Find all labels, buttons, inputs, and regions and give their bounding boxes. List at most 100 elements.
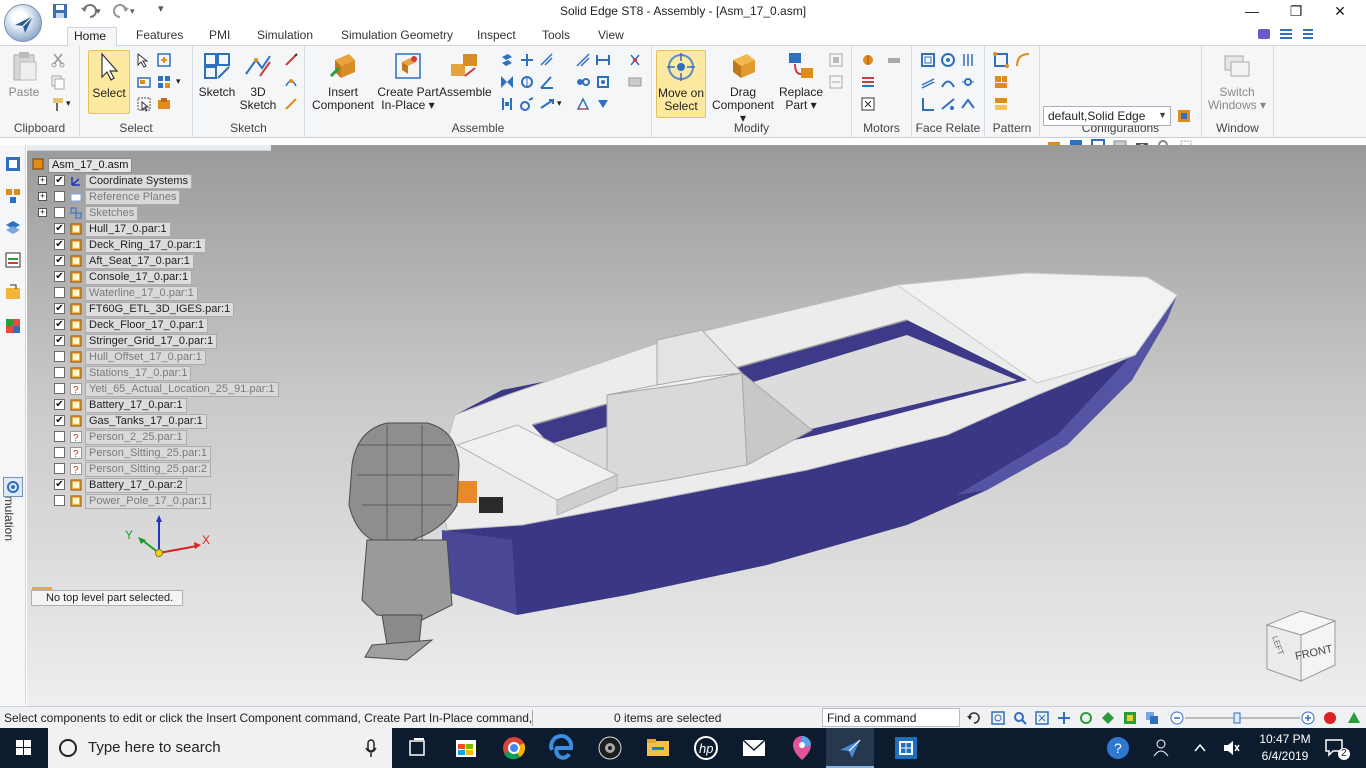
volume-muted-icon[interactable]: [1222, 739, 1240, 760]
parallel-face-icon[interactable]: [920, 74, 936, 90]
tab-simulation[interactable]: Simulation: [251, 27, 319, 46]
disperse-icon[interactable]: [627, 52, 643, 68]
tab-pmi[interactable]: PMI: [203, 27, 236, 46]
visibility-checkbox[interactable]: [54, 287, 65, 298]
mirror-icon[interactable]: [993, 96, 1009, 112]
create-part-in-place-button[interactable]: Create Part In-Place ▾: [377, 50, 439, 112]
maps-icon[interactable]: [778, 728, 826, 768]
angle-icon[interactable]: [539, 74, 555, 90]
pan-icon[interactable]: [1056, 710, 1072, 726]
drag-component-button[interactable]: Drag Component ▾: [708, 50, 778, 125]
duplicate-icon[interactable]: [993, 74, 1009, 90]
chrome-icon[interactable]: [490, 728, 538, 768]
quickpick-icon[interactable]: [136, 96, 152, 112]
visibility-checkbox[interactable]: ✔: [54, 319, 65, 330]
fit-icon[interactable]: [1034, 710, 1050, 726]
insert-component-button[interactable]: Insert Component: [311, 50, 375, 112]
mate-icon[interactable]: [499, 52, 515, 68]
parts-library-icon[interactable]: [4, 187, 22, 205]
boat-assembly-model[interactable]: [27, 145, 1366, 706]
cam-icon[interactable]: [539, 96, 555, 112]
store-icon[interactable]: [442, 728, 490, 768]
visibility-checkbox[interactable]: ✔: [54, 399, 65, 410]
configuration-manager-icon[interactable]: [1176, 108, 1192, 124]
zoom-icon[interactable]: [1012, 710, 1028, 726]
pen-icon[interactable]: [283, 52, 299, 68]
expand-toggle[interactable]: +: [38, 208, 47, 217]
record-icon[interactable]: [1322, 710, 1338, 726]
show-relationships-icon[interactable]: [575, 74, 591, 90]
visibility-checkbox[interactable]: [54, 431, 65, 442]
visibility-checkbox[interactable]: ✔: [54, 223, 65, 234]
microphone-icon[interactable]: [364, 738, 378, 762]
query-icon[interactable]: [156, 52, 172, 68]
media-player-icon[interactable]: [586, 728, 634, 768]
solid-edge-taskbar-icon[interactable]: [826, 728, 874, 768]
insert-icon[interactable]: [499, 74, 515, 90]
look-at-face-icon[interactable]: [1100, 710, 1116, 726]
sensors-icon[interactable]: [4, 251, 22, 269]
options-icon[interactable]: [1278, 27, 1294, 41]
tab-features[interactable]: Features: [130, 27, 189, 46]
edge-icon[interactable]: [538, 728, 586, 768]
selection-filter-icon[interactable]: [156, 96, 172, 112]
draw-line-icon[interactable]: [283, 96, 299, 112]
select-dropdown-icon[interactable]: ▾: [176, 76, 192, 92]
file-explorer-icon[interactable]: [634, 728, 682, 768]
rigid-face-icon[interactable]: [960, 96, 976, 112]
visibility-checkbox[interactable]: [54, 495, 65, 506]
replace-part-button[interactable]: Replace Part ▾: [778, 50, 824, 112]
visibility-checkbox[interactable]: ✔: [54, 415, 65, 426]
rigid-set-icon[interactable]: [595, 52, 611, 68]
perpendicular-icon[interactable]: [920, 96, 936, 112]
visibility-checkbox[interactable]: ✔: [54, 335, 65, 346]
help-topics-icon[interactable]: [1256, 27, 1272, 41]
planar-align-icon[interactable]: [519, 52, 535, 68]
relationships-dropdown-icon[interactable]: ▾: [557, 98, 573, 114]
zoom-area-icon[interactable]: [990, 710, 1006, 726]
axial-align-icon[interactable]: [539, 52, 555, 68]
select-tools-icon[interactable]: [136, 52, 152, 68]
maximize-button[interactable]: ❐: [1276, 3, 1316, 23]
sketch-relate-icon[interactable]: [283, 74, 299, 90]
simulate-motor-icon[interactable]: [860, 74, 876, 90]
tab-tools[interactable]: Tools: [536, 27, 576, 46]
parallel-icon[interactable]: [499, 96, 515, 112]
visibility-checkbox[interactable]: [54, 463, 65, 474]
expand-toggle[interactable]: +: [38, 192, 47, 201]
reposition-icon[interactable]: [828, 52, 844, 68]
application-button[interactable]: [4, 4, 42, 42]
layers-icon[interactable]: [4, 219, 22, 237]
group-select-icon[interactable]: [156, 74, 172, 90]
switch-windows-button[interactable]: Switch Windows ▾: [1204, 50, 1270, 112]
solid-edge-assembly-icon[interactable]: [882, 728, 930, 768]
flip-icon[interactable]: [595, 96, 611, 112]
assemble-button[interactable]: Assemble: [439, 50, 492, 99]
tab-view[interactable]: View: [592, 27, 630, 46]
visibility-checkbox[interactable]: [54, 367, 65, 378]
spin-about-icon[interactable]: [1078, 710, 1094, 726]
rotate-view-icon[interactable]: [966, 710, 982, 726]
close-button[interactable]: ✕: [1320, 3, 1360, 23]
pattern-along-curve-icon[interactable]: [1015, 52, 1031, 68]
visibility-checkbox[interactable]: [54, 207, 65, 218]
rotational-motor-icon[interactable]: [860, 52, 876, 68]
tangent-face-icon[interactable]: [940, 74, 956, 90]
select-tools-tab-icon[interactable]: [4, 283, 22, 301]
visibility-checkbox[interactable]: ✔: [54, 271, 65, 282]
view-styles-icon[interactable]: [1144, 710, 1160, 726]
linear-motor-icon[interactable]: [886, 52, 902, 68]
connect-icon[interactable]: [519, 74, 535, 90]
pattern-icon[interactable]: [993, 52, 1009, 68]
tangent-icon[interactable]: [519, 96, 535, 112]
coplanar-icon[interactable]: [920, 52, 936, 68]
visibility-checkbox[interactable]: ✔: [54, 303, 65, 314]
graphics-viewport[interactable]: Asm_17_0.asm + ✔ Coordinate Systems + Refere…: [27, 145, 1366, 706]
help-tray-icon[interactable]: ?: [1106, 736, 1130, 763]
zoom-slider[interactable]: [1170, 711, 1316, 725]
motor-table-icon[interactable]: [860, 96, 876, 112]
hp-icon[interactable]: hp: [682, 728, 730, 768]
visibility-checkbox[interactable]: [54, 447, 65, 458]
tab-simulation-geometry[interactable]: Simulation Geometry: [335, 27, 459, 46]
offset-icon[interactable]: [940, 96, 956, 112]
